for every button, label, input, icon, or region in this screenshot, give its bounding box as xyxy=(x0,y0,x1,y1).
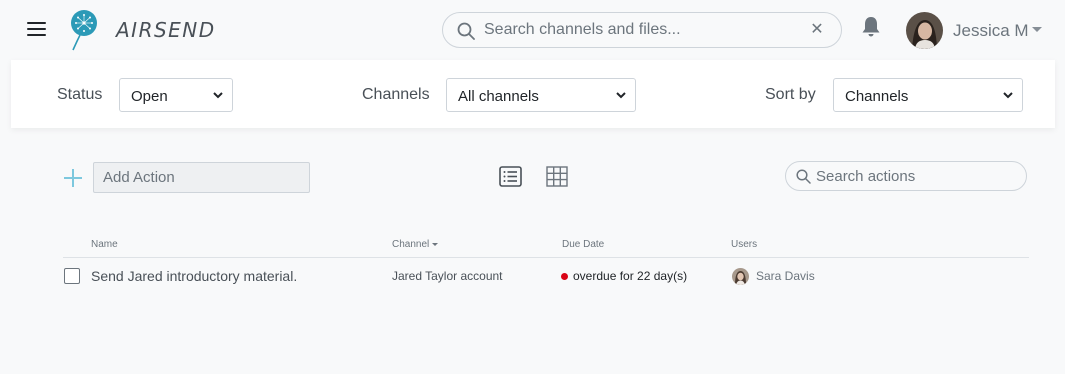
status-label: Status xyxy=(57,86,103,103)
channels-label: Channels xyxy=(362,86,430,103)
brand-name: AIRSEND xyxy=(116,18,216,42)
sort-by-select[interactable]: Channels xyxy=(833,78,1023,112)
chevron-down-icon xyxy=(213,92,223,99)
chevron-down-icon xyxy=(616,92,626,99)
add-action-input[interactable] xyxy=(93,162,310,193)
chevron-down-icon[interactable] xyxy=(1032,27,1042,32)
search-icon xyxy=(457,22,475,40)
filter-panel: Status Open Channels All channels Sort b… xyxy=(11,60,1055,128)
clear-search-icon[interactable]: ✕ xyxy=(808,21,826,39)
action-user[interactable]: Sara Davis xyxy=(756,269,815,283)
column-header-name[interactable]: Name xyxy=(91,239,118,250)
column-header-users[interactable]: Users xyxy=(731,239,757,250)
search-icon xyxy=(796,169,811,184)
column-header-due-date[interactable]: Due Date xyxy=(562,239,604,250)
global-search-input[interactable] xyxy=(484,19,804,41)
row-checkbox[interactable] xyxy=(64,268,80,284)
user-name[interactable]: Jessica M xyxy=(953,21,1029,41)
status-select-value: Open xyxy=(131,88,168,105)
action-due-date: overdue for 22 day(s) xyxy=(573,269,688,283)
sort-caret-icon xyxy=(432,242,439,246)
status-select[interactable]: Open xyxy=(119,78,233,112)
channels-select[interactable]: All channels xyxy=(446,78,636,112)
user-avatar[interactable] xyxy=(906,12,943,49)
menu-icon[interactable] xyxy=(27,21,46,37)
search-actions xyxy=(785,161,1027,191)
action-name[interactable]: Send Jared introductory material. xyxy=(91,268,297,284)
user-avatar xyxy=(732,268,749,285)
sort-by-label: Sort by xyxy=(765,86,816,103)
list-view-icon[interactable] xyxy=(499,166,522,187)
chevron-down-icon xyxy=(1003,92,1013,99)
search-actions-input[interactable] xyxy=(816,166,1016,186)
dandelion-logo-icon xyxy=(71,10,97,51)
top-navbar: AIRSEND ✕ Jessica M xyxy=(0,0,1065,60)
action-channel[interactable]: Jared Taylor account xyxy=(392,269,503,283)
table-divider xyxy=(63,257,1029,258)
grid-view-icon[interactable] xyxy=(546,166,568,187)
global-search: ✕ xyxy=(442,12,842,48)
bell-icon[interactable] xyxy=(861,16,881,38)
sort-by-select-value: Channels xyxy=(845,88,909,105)
channels-select-value: All channels xyxy=(458,88,539,105)
column-header-channel-label: Channel xyxy=(392,239,430,250)
overdue-indicator-icon xyxy=(561,273,568,280)
column-header-channel[interactable]: Channel xyxy=(392,239,439,250)
add-action-plus-icon[interactable] xyxy=(63,167,83,187)
